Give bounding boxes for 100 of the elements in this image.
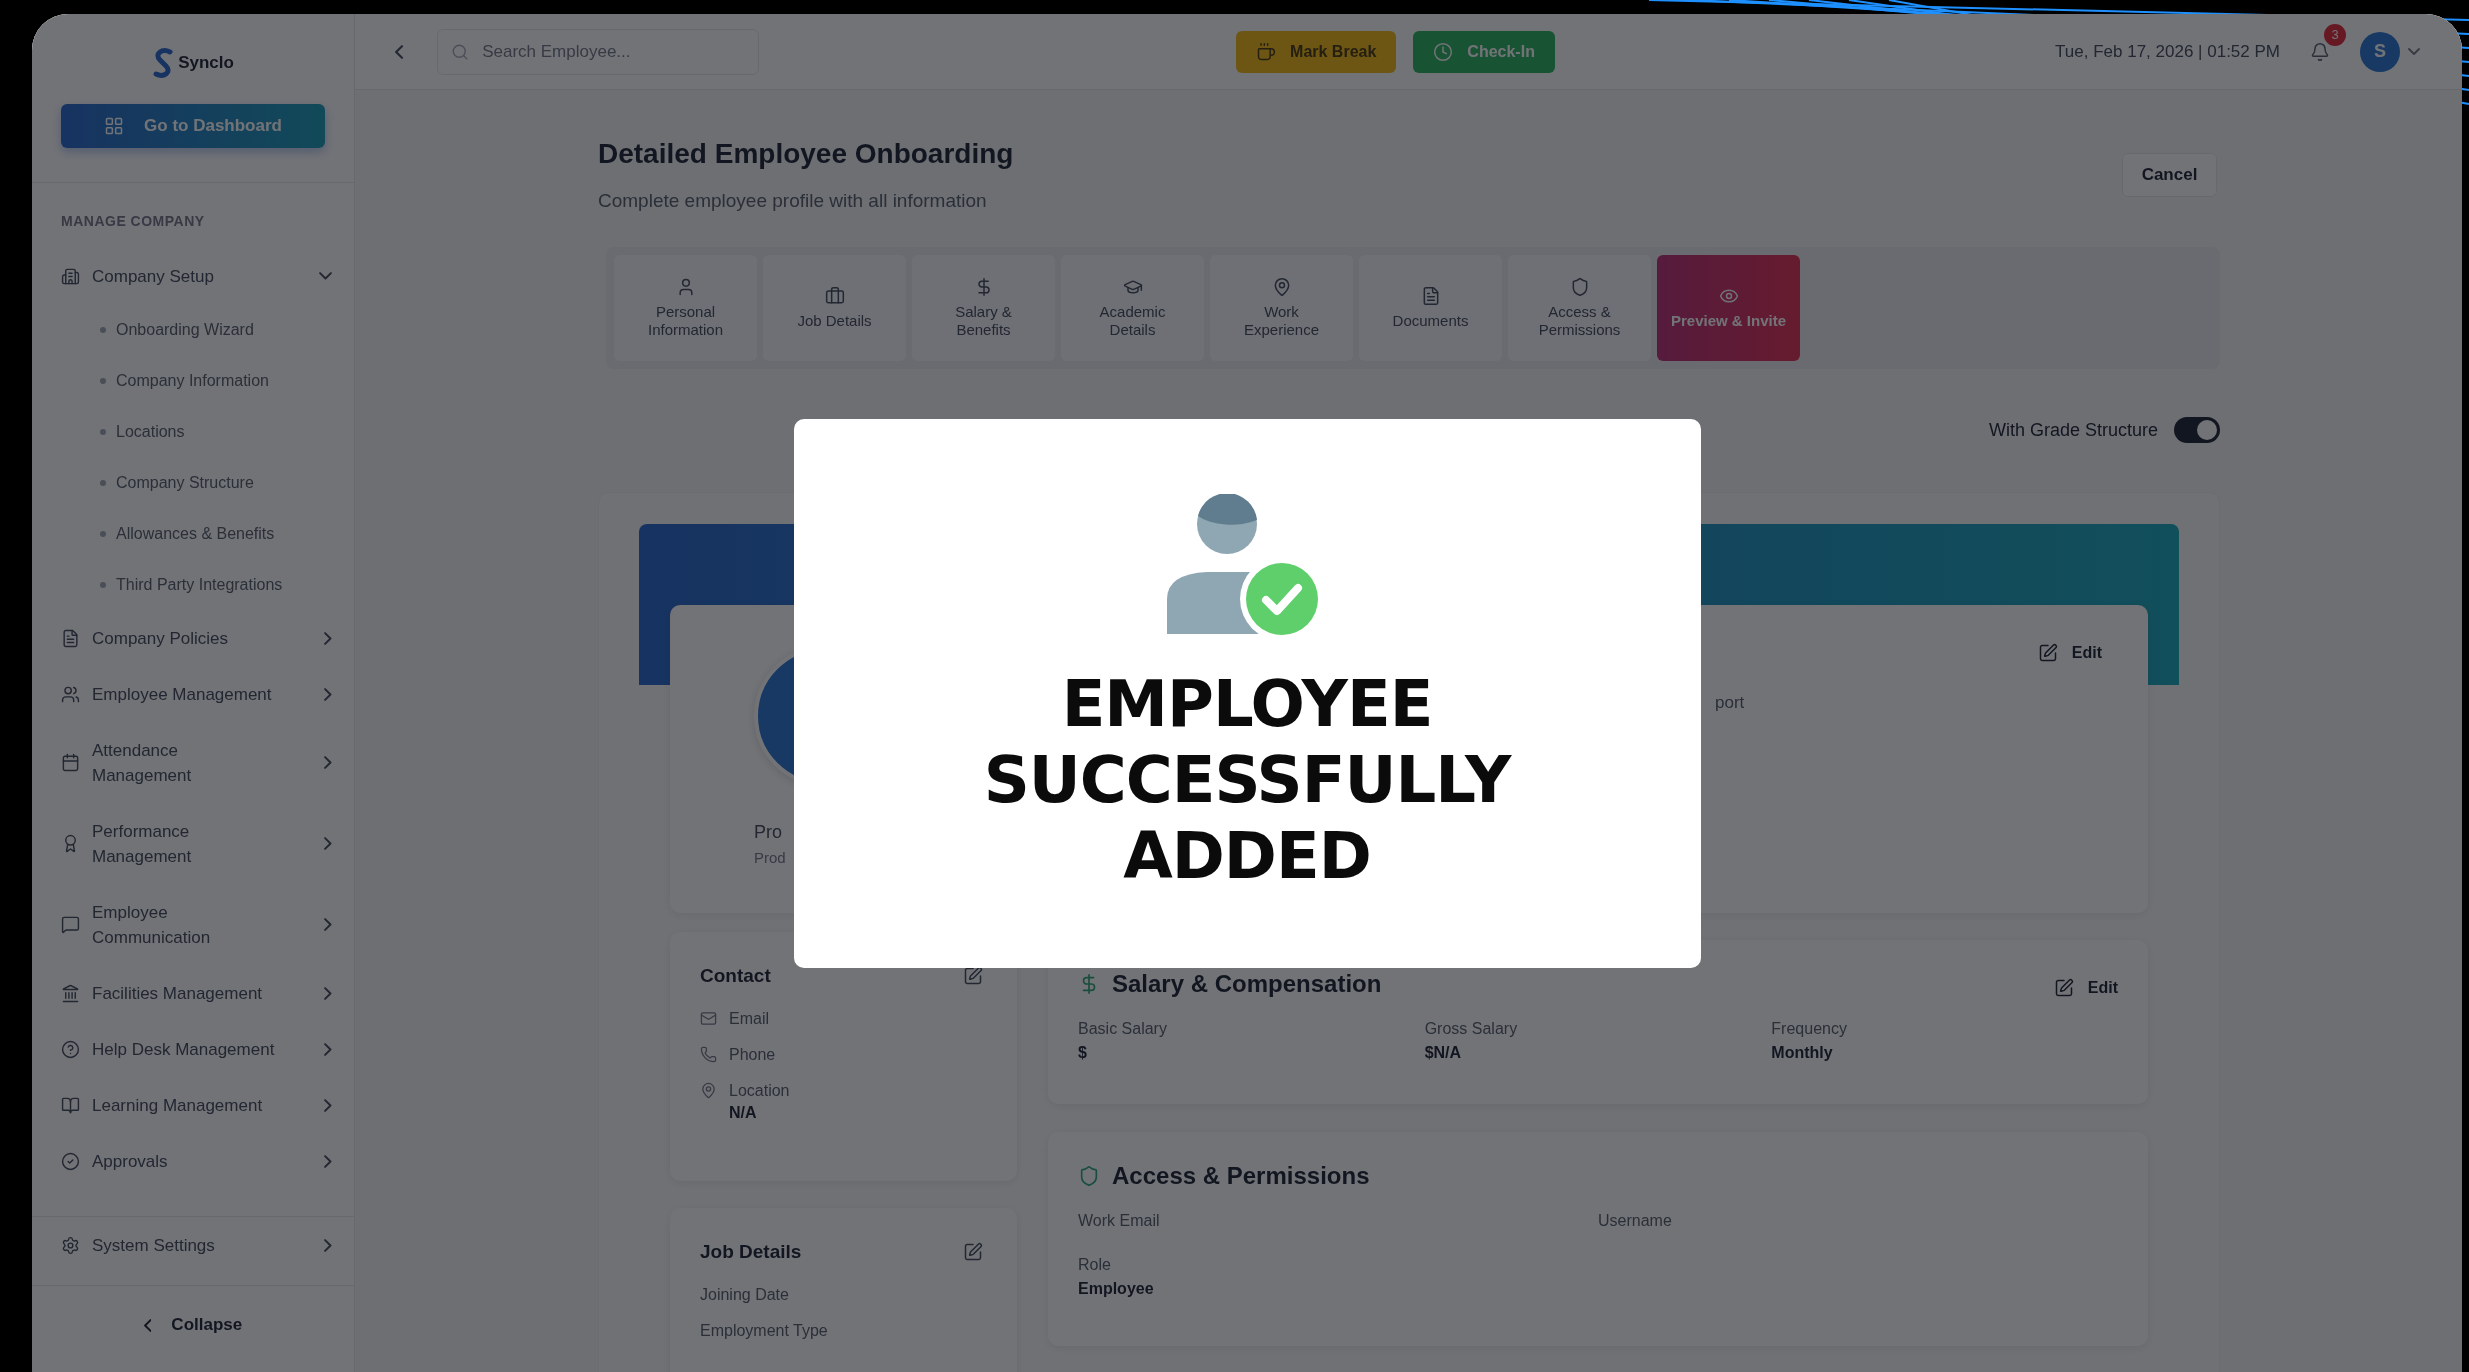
sidebar-item-label: Company Policies — [92, 627, 229, 650]
sidebar-item[interactable]: Company Setup — [32, 248, 354, 304]
sidebar-item[interactable]: Help Desk Management — [32, 1021, 354, 1077]
collapse-button[interactable]: Collapse — [32, 1286, 354, 1364]
sidebar-subitem[interactable]: Company Structure — [32, 457, 354, 508]
sidebar-subitem[interactable]: Allowances & Benefits — [32, 508, 354, 559]
sidebar-item-label: Employee Management — [92, 683, 272, 706]
menu-item-icon — [61, 266, 80, 286]
edit-icon — [2053, 978, 2074, 998]
edit-button[interactable]: Edit — [2053, 978, 2118, 998]
tab-icon — [1718, 286, 1739, 306]
sidebar-subitem-label: Company Structure — [116, 473, 254, 493]
field-value: $N/A — [1424, 1044, 1463, 1062]
settings-icon — [61, 1235, 80, 1255]
menu-item-icon — [61, 684, 80, 704]
bullet-dot — [100, 326, 106, 333]
field-label: Email — [729, 1010, 769, 1028]
grade-structure-toggle[interactable] — [2174, 417, 2220, 443]
mark-break-button[interactable]: Mark Break — [1236, 30, 1397, 73]
edit-icon — [963, 966, 983, 986]
edit-icon — [2037, 643, 2058, 663]
grid-icon — [104, 116, 125, 136]
field-label: Frequency — [1771, 1020, 1848, 1038]
notification-count: 3 — [2324, 23, 2346, 46]
sidebar-item[interactable]: Approvals — [32, 1133, 354, 1189]
sidebar-subitem-label: Allowances & Benefits — [116, 524, 275, 544]
step-tab[interactable]: Personal Information — [614, 255, 757, 361]
sidebar-item[interactable]: Facilities Management — [32, 965, 354, 1021]
grade-structure-label: With Grade Structure — [1988, 419, 2158, 441]
edit-button[interactable]: Edit — [2037, 643, 2102, 663]
sidebar-item-label: Company Setup — [92, 265, 214, 288]
cup-icon — [1256, 41, 1277, 62]
profile-subtitle: Prod — [754, 849, 787, 866]
sidebar-item[interactable]: Company Policies — [32, 610, 354, 666]
bell-icon — [2310, 41, 2330, 62]
sidebar-item[interactable]: Employee Management — [32, 666, 354, 722]
field-label: Location — [729, 1082, 790, 1100]
field-label: Username — [1598, 1212, 1673, 1230]
field-label: Work Email — [1078, 1212, 1161, 1230]
sidebar-subitem-label: Third Party Integrations — [116, 575, 283, 595]
sidebar-item-label: Attendance Management — [92, 739, 193, 787]
search-field[interactable]: Search Employee... — [437, 28, 760, 75]
tab-icon — [1122, 277, 1143, 297]
logo-text: Synclo — [178, 53, 234, 73]
sidebar-subitem[interactable]: Locations — [32, 406, 354, 457]
sidebar-item[interactable]: Learning Management — [32, 1077, 354, 1133]
chevron-left-icon — [395, 44, 404, 59]
page-title: Detailed Employee Onboarding — [598, 137, 1014, 171]
step-tab[interactable]: Academic Details — [1061, 255, 1204, 361]
field-value: $ — [1078, 1044, 1088, 1062]
field-label: Joining Date — [700, 1286, 789, 1304]
sidebar-item-label: Help Desk Management — [92, 1038, 275, 1061]
field-value: Monthly — [1771, 1044, 1834, 1062]
step-tab[interactable]: Preview & Invite — [1657, 255, 1800, 361]
profile-name: Pro — [754, 822, 783, 843]
sidebar-subitem-label: Onboarding Wizard — [116, 320, 254, 340]
sidebar-item[interactable]: Attendance Management — [32, 722, 354, 803]
bullet-dot — [100, 530, 106, 537]
caret-icon — [2408, 48, 2420, 55]
field-value: Employee — [1078, 1280, 1155, 1298]
sidebar-item-label: Performance Management — [92, 820, 193, 868]
step-tab[interactable]: Salary & Benefits — [912, 255, 1055, 361]
user-avatar[interactable]: S — [2360, 31, 2400, 72]
field-label: Basic Salary — [1078, 1020, 1168, 1038]
field-label: Gross Salary — [1424, 1020, 1519, 1038]
step-tab[interactable]: Access & Permissions — [1508, 255, 1651, 361]
step-tab[interactable]: Documents — [1359, 255, 1502, 361]
field-label: Phone — [729, 1046, 776, 1064]
field-value: N/A — [729, 1104, 758, 1122]
menu-item-icon — [61, 1039, 80, 1059]
step-tab[interactable]: Job Details — [763, 255, 906, 361]
card-title: Job Details — [700, 1241, 802, 1263]
sidebar-item-label: Facilities Management — [92, 982, 263, 1005]
sidebar-subitem[interactable]: Company Information — [32, 355, 354, 406]
sidebar-subitem-label: Locations — [116, 422, 185, 442]
sidebar-subitem-label: Company Information — [116, 371, 269, 391]
bullet-dot — [100, 581, 106, 588]
sidebar-item[interactable]: System Settings — [32, 1217, 354, 1273]
caret-icon — [324, 1238, 332, 1252]
section-heading: MANAGE COMPANY — [60, 212, 206, 231]
sidebar-subitem[interactable]: Third Party Integrations — [32, 559, 354, 610]
dashboard-button[interactable]: Go to Dashboard — [61, 104, 325, 148]
chevron-left-icon — [143, 1318, 152, 1332]
field-icon — [700, 1046, 717, 1063]
sidebar-item-label: System Settings — [92, 1235, 215, 1255]
cancel-button[interactable]: Cancel — [2122, 153, 2217, 197]
menu-item-icon — [61, 1151, 80, 1171]
date-time: Tue, Feb 17, 2026 | 01:52 PM — [2055, 41, 2280, 62]
menu-item-icon — [61, 753, 80, 772]
card-title: Access & Permissions — [1112, 1162, 1370, 1190]
sidebar-subitem[interactable]: Onboarding Wizard — [32, 304, 354, 355]
search-icon — [451, 42, 470, 61]
success-message: EMPLOYEE SUCCESSFULLY ADDED — [982, 665, 1513, 894]
sidebar-item[interactable]: Performance Management — [32, 803, 354, 884]
step-tab[interactable]: Work Experience — [1210, 255, 1353, 361]
sidebar-item[interactable]: Employee Communication — [32, 884, 354, 965]
profile-field-label: port — [1715, 693, 1746, 713]
sidebar-item-label: Learning Management — [92, 1094, 263, 1117]
check-in-button[interactable]: Check-In — [1413, 30, 1555, 73]
field-icon — [700, 1082, 717, 1099]
